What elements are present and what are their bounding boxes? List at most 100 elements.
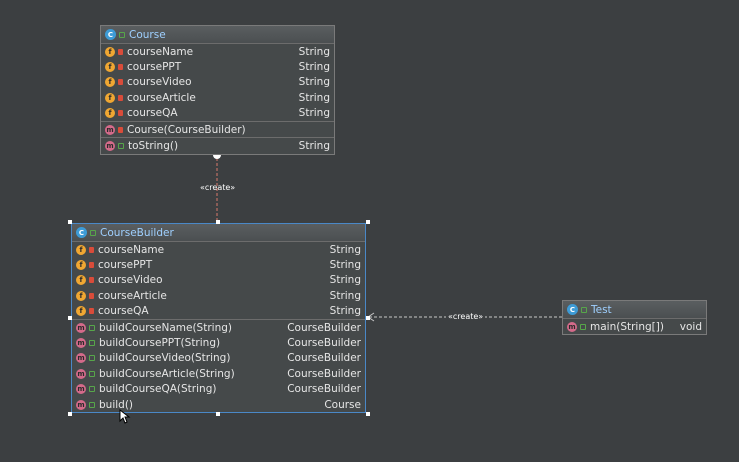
method-name: buildCourseName(String) [99,321,232,334]
field-row[interactable]: f courseVideo String [101,75,334,90]
private-lock-icon [118,126,123,133]
field-row[interactable]: f courseVideo String [72,273,365,288]
resize-handle[interactable] [216,220,220,224]
field-type: String [298,76,330,89]
field-type: String [329,274,361,287]
method-row[interactable]: m buildCourseArticle(String) CourseBuilder [72,366,365,381]
field-name: courseArticle [98,289,167,302]
field-type: String [329,305,361,318]
field-name: courseQA [127,107,178,120]
class-test[interactable]: C Test m main(String[]) void [562,300,707,336]
class-icon: C [567,304,578,315]
public-icon [90,229,96,236]
resize-handle[interactable] [366,220,370,224]
method-name: Course(CourseBuilder) [127,123,246,136]
method-row[interactable]: m toString() String [101,138,334,153]
field-name: courseName [127,45,194,58]
class-icon: C [76,227,87,238]
methods-section: m Course(CourseBuilder) m toString() String [101,122,334,154]
private-lock-icon [89,308,94,315]
method-icon: m [105,141,115,152]
private-lock-icon [118,110,123,117]
method-name: main(String[]) [590,320,664,333]
field-icon: f [76,290,86,301]
create-label-1: «create» [200,183,236,192]
field-icon: f [105,77,115,88]
public-icon [89,324,95,331]
field-row[interactable]: f coursePPT String [101,59,334,74]
method-name: build() [99,398,134,411]
field-type: String [298,61,330,74]
private-lock-icon [89,262,94,269]
public-icon [119,31,125,38]
field-icon: f [105,92,115,103]
public-icon [581,306,587,313]
field-row[interactable]: f courseName String [101,44,334,59]
method-name: buildCourseArticle(String) [99,367,235,380]
resize-handle[interactable] [68,316,72,320]
method-name: buildCourseVideo(String) [99,352,231,365]
method-name: buildCoursePPT(String) [99,337,221,350]
method-icon: m [76,322,86,333]
field-row[interactable]: f courseArticle String [72,288,365,303]
method-row[interactable]: m Course(CourseBuilder) [101,122,334,137]
method-row[interactable]: m buildCoursePPT(String) CourseBuilder [72,335,365,350]
class-name: CourseBuilder [100,226,174,239]
public-icon [89,401,95,408]
private-lock-icon [89,246,94,253]
method-type: Course [324,398,361,411]
resize-handle[interactable] [68,412,72,416]
field-icon: f [105,108,115,119]
field-row[interactable]: f coursePPT String [72,257,365,272]
class-name: Test [591,303,612,316]
class-course[interactable]: C Course f courseName String f coursePPT Str… [100,25,335,155]
mouse-cursor-icon [119,409,131,424]
field-type: String [298,107,330,120]
method-row[interactable]: m buildCourseQA(String) CourseBuilder [72,382,365,397]
method-type: CourseBuilder [287,337,361,350]
method-icon: m [76,399,86,410]
field-type: String [329,289,361,302]
field-name: courseArticle [127,91,196,104]
class-icon: C [105,29,116,40]
field-icon: f [76,275,86,286]
class-header[interactable]: C CourseBuilder [72,224,365,242]
field-type: String [329,259,361,272]
method-icon: m [76,368,86,379]
field-name: courseVideo [127,76,192,89]
field-row[interactable]: f courseArticle String [101,90,334,105]
resize-handle[interactable] [216,412,220,416]
field-type: String [329,243,361,256]
resize-handle[interactable] [366,412,370,416]
public-icon [89,340,95,347]
method-icon: m [76,353,86,364]
private-lock-icon [89,277,94,284]
method-type: CourseBuilder [287,321,361,334]
private-lock-icon [118,48,123,55]
resize-handle[interactable] [366,316,370,320]
field-name: courseVideo [98,274,163,287]
class-header[interactable]: C Test [563,301,706,319]
field-row[interactable]: f courseQA String [101,106,334,121]
field-name: coursePPT [127,61,182,74]
public-icon [89,386,95,393]
class-header[interactable]: C Course [101,26,334,44]
resize-handle[interactable] [68,220,72,224]
method-row[interactable]: m build() Course [72,397,365,412]
method-row[interactable]: m buildCourseVideo(String) CourseBuilder [72,351,365,366]
private-lock-icon [118,64,123,71]
method-row[interactable]: m main(String[]) void [563,319,706,334]
class-course-builder[interactable]: C CourseBuilder f courseName String f cours… [71,223,366,414]
method-type: CourseBuilder [287,383,361,396]
method-icon: m [105,124,115,135]
field-icon: f [76,260,86,271]
public-icon [89,370,95,377]
method-row[interactable]: m buildCourseName(String) CourseBuilder [72,320,365,335]
field-row[interactable]: f courseQA String [72,304,365,319]
private-lock-icon [118,94,123,101]
field-row[interactable]: f courseName String [72,242,365,257]
field-name: courseQA [98,305,149,318]
field-name: courseName [98,243,165,256]
method-name: buildCourseQA(String) [99,383,217,396]
method-type: CourseBuilder [287,367,361,380]
